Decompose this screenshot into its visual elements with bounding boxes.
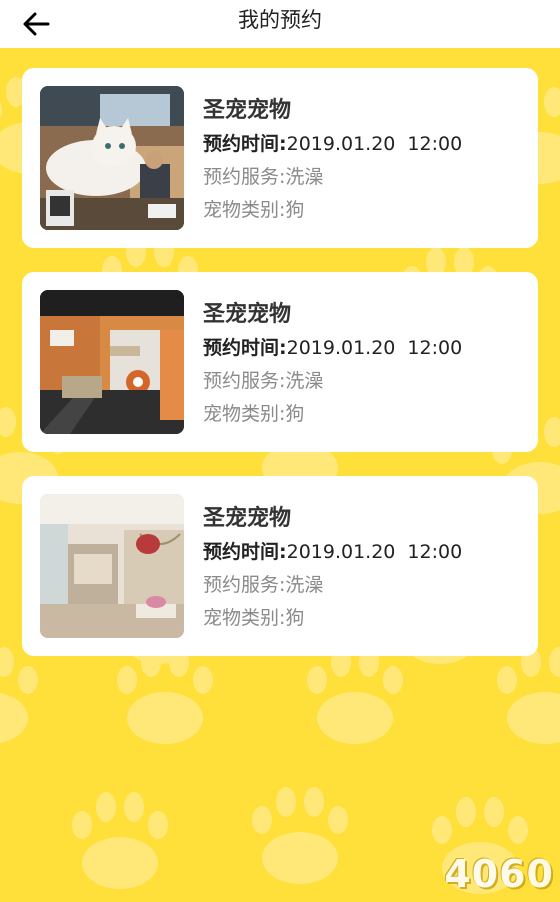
- pet-shop-interior-photo: [40, 290, 184, 434]
- time-label: 预约时间:: [203, 133, 287, 155]
- page-title: 我的预约: [238, 8, 322, 32]
- service-label: 预约服务:: [203, 574, 286, 596]
- service-value: 洗澡: [285, 166, 324, 188]
- appointment-card[interactable]: 圣宠宠物 预约时间:2019.01.20 12:00 预约服务:洗澡 宠物类别:狗: [22, 68, 538, 248]
- appointment-time: 预约时间:2019.01.20 12:00: [203, 536, 524, 569]
- appointment-service: 预约服务:洗澡: [203, 365, 524, 398]
- time-label: 预约时间:: [203, 337, 287, 359]
- appointment-time: 预约时间:2019.01.20 12:00: [203, 332, 524, 365]
- shop-photo: [40, 494, 184, 638]
- service-label: 预约服务:: [203, 370, 286, 392]
- time-value: 12:00: [407, 133, 463, 155]
- appointment-list: 圣宠宠物 预约时间:2019.01.20 12:00 预约服务:洗澡 宠物类别:狗: [22, 68, 538, 680]
- date-value: 2019.01.20: [286, 541, 396, 563]
- shop-photo: [40, 86, 184, 230]
- cat-in-shop-photo: [40, 86, 184, 230]
- appointment-time: 预约时间:2019.01.20 12:00: [203, 128, 524, 161]
- pet-value: 狗: [285, 403, 305, 425]
- shop-name: 圣宠宠物: [203, 506, 292, 531]
- date-value: 2019.01.20: [286, 133, 396, 155]
- top-bar: 我的预约: [0, 0, 560, 48]
- pet-type: 宠物类别:狗: [203, 398, 524, 431]
- service-value: 洗澡: [285, 370, 324, 392]
- shop-name: 圣宠宠物: [203, 302, 292, 327]
- pet-type: 宠物类别:狗: [203, 602, 524, 635]
- appointment-card[interactable]: 圣宠宠物 预约时间:2019.01.20 12:00 预约服务:洗澡 宠物类别:狗: [22, 476, 538, 656]
- service-label: 预约服务:: [203, 166, 286, 188]
- pet-label: 宠物类别:: [203, 607, 286, 629]
- pet-type: 宠物类别:狗: [203, 194, 524, 227]
- service-value: 洗澡: [285, 574, 324, 596]
- time-value: 12:00: [407, 337, 463, 359]
- shop-name: 圣宠宠物: [203, 98, 292, 123]
- pet-value: 狗: [285, 199, 305, 221]
- pet-label: 宠物类别:: [203, 199, 286, 221]
- shop-photo: [40, 290, 184, 434]
- pet-store-lounge-photo: [40, 494, 184, 638]
- time-value: 12:00: [407, 541, 463, 563]
- appointment-service: 预约服务:洗澡: [203, 161, 524, 194]
- appointment-card[interactable]: 圣宠宠物 预约时间:2019.01.20 12:00 预约服务:洗澡 宠物类别:狗: [22, 272, 538, 452]
- date-value: 2019.01.20: [286, 337, 396, 359]
- time-label: 预约时间:: [203, 541, 287, 563]
- pet-value: 狗: [285, 607, 305, 629]
- site-watermark: 4060: [444, 852, 554, 896]
- appointment-service: 预约服务:洗澡: [203, 569, 524, 602]
- pet-label: 宠物类别:: [203, 403, 286, 425]
